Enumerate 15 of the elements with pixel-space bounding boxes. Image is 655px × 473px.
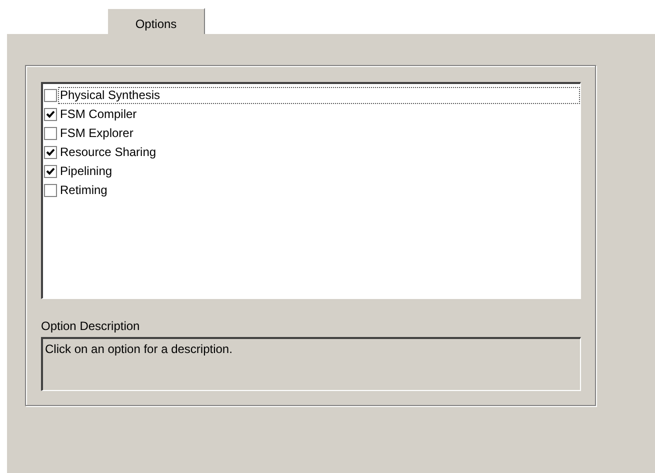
option-label[interactable]: FSM Explorer [58,125,136,142]
description-box: Click on an option for a description. [41,337,581,391]
option-label[interactable]: FSM Compiler [58,106,139,123]
checkbox[interactable] [44,127,57,140]
option-label[interactable]: Physical Synthesis [58,87,580,104]
description-label: Option Description [41,319,140,333]
option-label[interactable]: Retiming [58,182,110,199]
checkbox[interactable] [44,165,57,178]
checkbox[interactable] [44,108,57,121]
option-label[interactable]: Pipelining [58,163,114,180]
options-tab[interactable]: Options [107,8,205,34]
checkbox[interactable] [44,89,57,102]
checkbox[interactable] [44,146,57,159]
option-label[interactable]: Resource Sharing [58,144,158,161]
checkbox[interactable] [44,184,57,197]
